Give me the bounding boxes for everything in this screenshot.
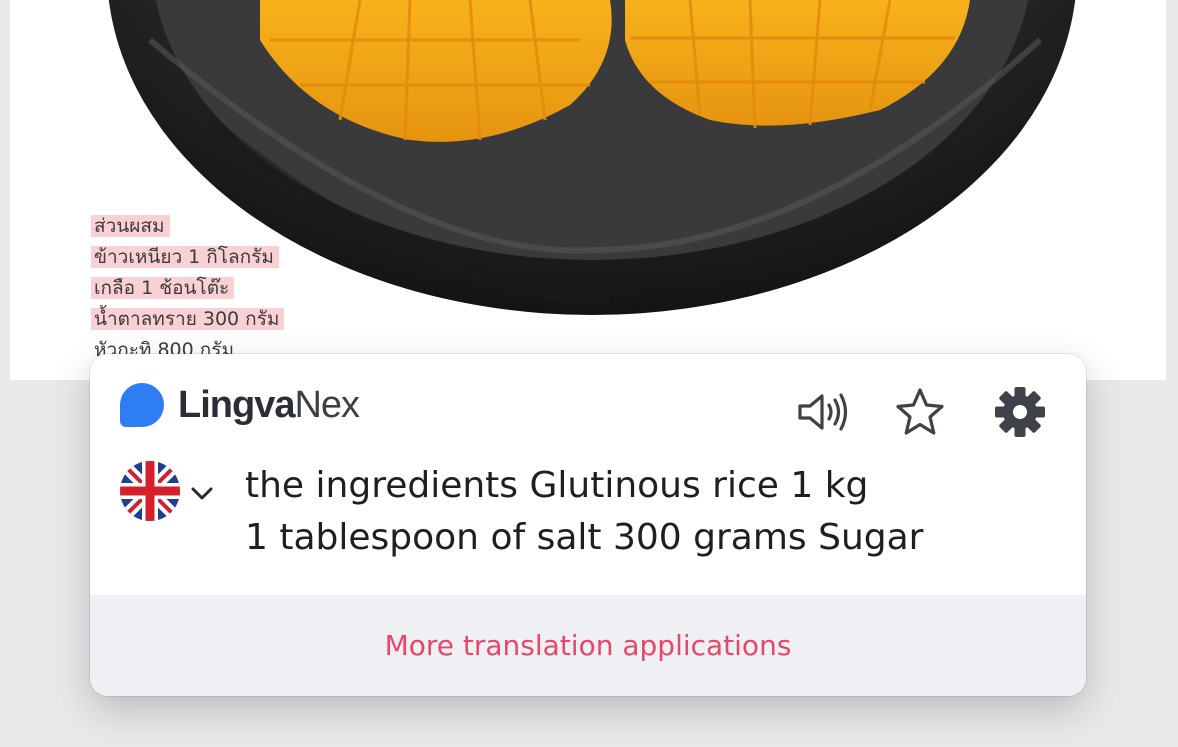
star-icon [896,388,944,435]
web-page: ส่วนผสม ข้าวเหนียว 1 กิโลกรัม เกลือ 1 ช้… [10,0,1166,380]
thai-line-salt: เกลือ 1 ช้อนโต๊ะ [91,273,321,304]
lingvanex-logo: LingvaNex [120,380,360,430]
brand-name: LingvaNex [178,383,360,426]
gear-icon [995,387,1045,437]
translation-popup: LingvaNex the ingredients Glutinous rice… [90,354,1086,696]
speaker-icon [798,393,848,431]
lingvanex-logo-icon [120,383,164,427]
translation-line-1: the ingredients Glutinous rice 1 kg [245,465,869,506]
target-language-selector[interactable] [120,461,214,521]
more-apps-link[interactable]: More translation applications [385,629,792,662]
thai-line-coconut: หัวกะทิ 800 กรัม [94,339,235,356]
settings-button[interactable] [992,384,1048,440]
thai-ingredient-list: ส่วนผสม ข้าวเหนียว 1 กิโลกรัม เกลือ 1 ช้… [91,211,321,356]
uk-flag-icon [120,461,180,521]
favorite-button[interactable] [892,384,948,440]
speak-button[interactable] [795,384,851,440]
thai-line-sugar: น้ำตาลทราย 300 กรัม [91,304,321,335]
chevron-down-icon [191,487,213,500]
translation-line-2: 1 tablespoon of salt 300 grams Sugar [245,517,924,558]
thai-line-heading: ส่วนผสม [91,211,321,242]
popup-footer: More translation applications [90,595,1086,696]
translation-text: the ingredients Glutinous rice 1 kg 1 ta… [245,460,1025,564]
thai-line-rice: ข้าวเหนียว 1 กิโลกรัม [91,242,321,273]
